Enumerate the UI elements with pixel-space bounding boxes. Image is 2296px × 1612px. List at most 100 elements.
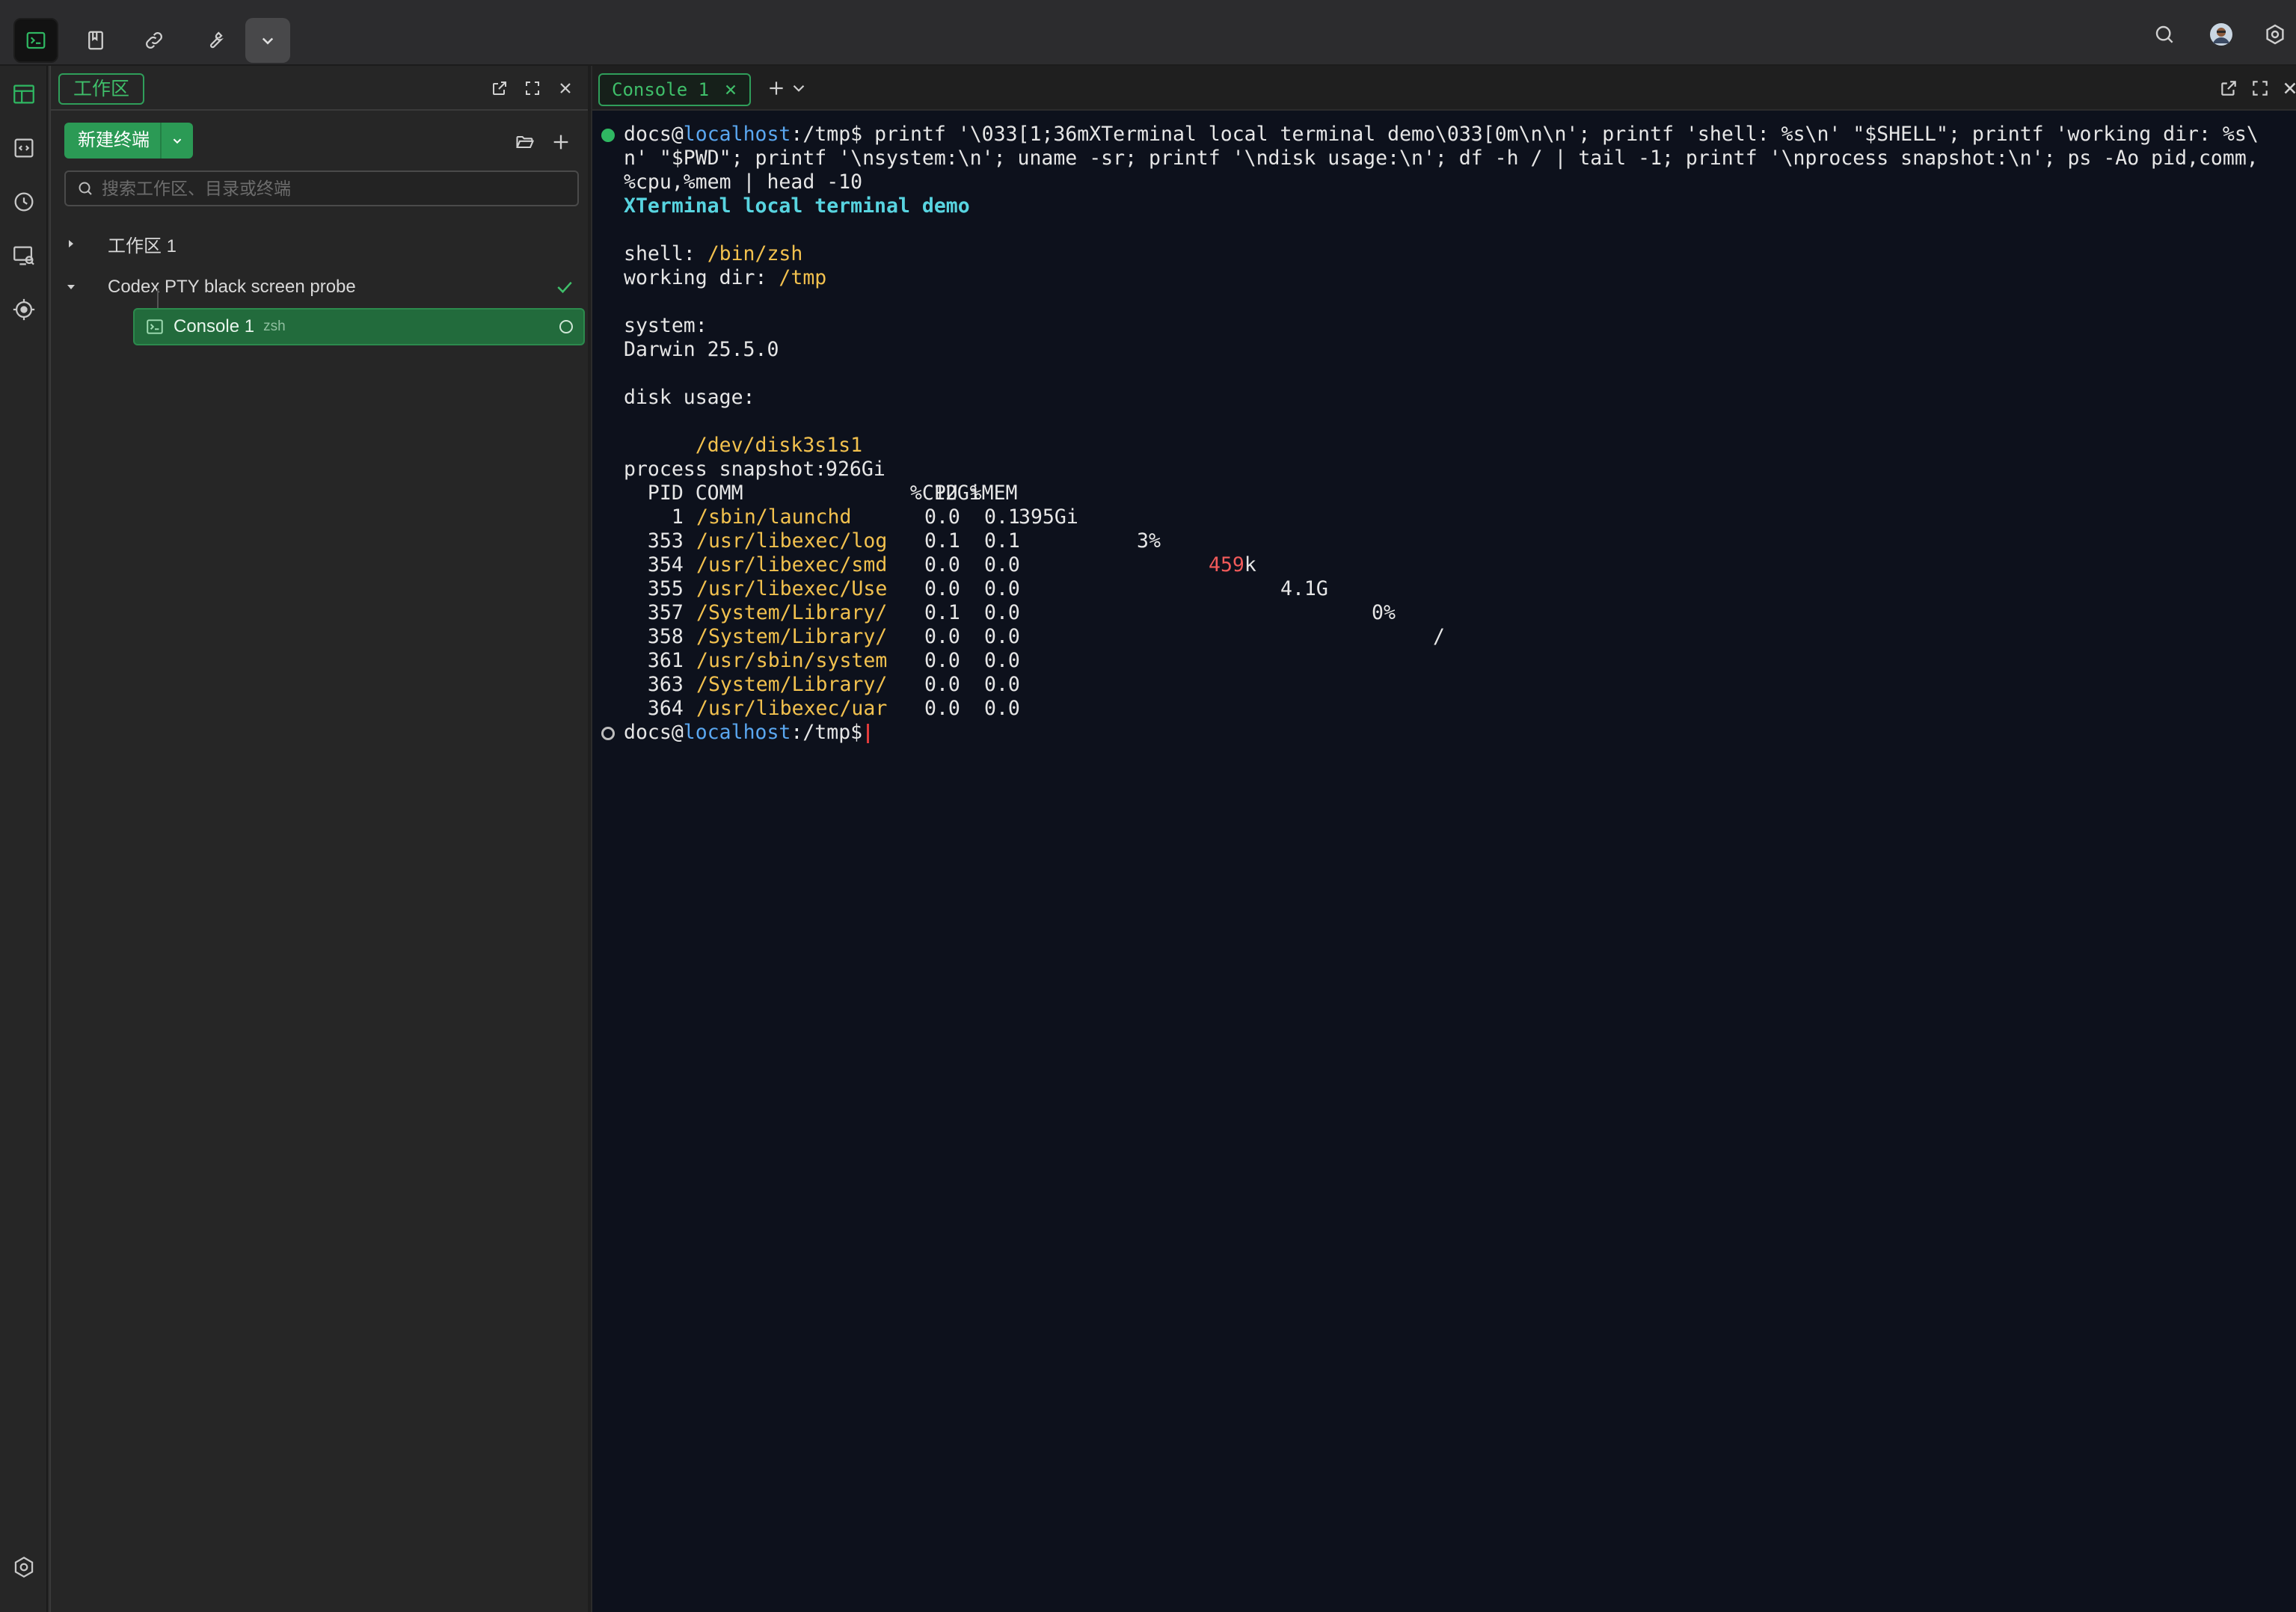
link-icon (146, 32, 162, 49)
terminal-pane: Console 1 docs@localhost:/tmp$ printf '\… (592, 66, 2296, 1612)
workspace-tab[interactable]: 工作区 (58, 73, 145, 105)
new-tab-button[interactable] (764, 76, 788, 100)
process-command: /sbin/launchd (696, 505, 852, 529)
plus-icon (770, 81, 783, 95)
disk-device: /dev/disk3s1s1 (695, 434, 863, 457)
process-pid: 353 (624, 529, 684, 553)
process-pid: 361 (624, 649, 684, 672)
process-mem: 0.0 (984, 553, 1020, 576)
process-cpu: 0.0 (924, 697, 960, 720)
chevron-down-icon (173, 138, 182, 144)
disk-capacity: 3% (1137, 529, 1161, 553)
search-input[interactable] (102, 178, 565, 199)
tools-button[interactable] (191, 18, 236, 63)
monitor-button[interactable] (7, 239, 40, 272)
bookmark-icon (88, 31, 103, 50)
check-icon (557, 281, 572, 294)
snippets-button[interactable] (7, 132, 40, 164)
more-tools-dropdown[interactable] (245, 18, 290, 63)
disk-ifree: 4.1G (1280, 577, 1328, 600)
tree-item-label: Codex PTY black screen probe (108, 277, 356, 297)
process-mem: 0.1 (984, 505, 1020, 529)
process-row: 354/usr/libexec/smd 0.0 0.0 (624, 553, 1020, 577)
workdir-label: working dir: (624, 266, 779, 289)
terminal-icon (147, 319, 163, 334)
sidebar-settings-button[interactable] (7, 1551, 40, 1584)
command-line-wrap: n' "$PWD"; printf '\nsystem:\n'; uname -… (624, 147, 2259, 170)
process-header: PID COMM %CPU %MEM (624, 482, 1018, 505)
activity-bar (0, 66, 48, 1612)
shell-line: shell: /bin/zsh (624, 242, 802, 266)
tree-item-probe[interactable]: Codex PTY black screen probe (51, 268, 589, 307)
disk-avail: 395Gi (1019, 505, 1078, 529)
process-pid: 355 (624, 577, 684, 600)
workspace-search (64, 170, 579, 206)
search-icon (79, 182, 92, 195)
process-pid: 358 (624, 625, 684, 648)
popout-button[interactable] (488, 76, 512, 100)
prompt-line: docs@localhost:/tmp$ (624, 721, 870, 745)
tree-item-workspace-1[interactable]: 工作区 1 (51, 224, 589, 263)
process-row: 364/usr/libexec/uar 0.0 0.0 (624, 697, 1020, 721)
plus-icon (553, 135, 568, 150)
tab-options-dropdown[interactable] (787, 76, 811, 100)
new-terminal-button[interactable]: 新建终端 (64, 123, 160, 159)
maximize-button[interactable] (521, 76, 544, 100)
wrench-icon (210, 31, 224, 49)
popout-terminal-button[interactable] (2217, 76, 2241, 100)
search-icon (2155, 25, 2173, 43)
close-terminal-button[interactable] (2278, 76, 2296, 100)
maximize-icon (526, 81, 539, 95)
terminal-output[interactable]: docs@localhost:/tmp$ printf '\033[1;36mX… (592, 114, 2296, 1612)
history-button[interactable] (7, 185, 40, 218)
process-cpu: 0.1 (924, 529, 960, 553)
user-avatar-button[interactable] (2202, 15, 2241, 54)
external-link-icon (493, 81, 506, 95)
process-command: /usr/libexec/log (696, 529, 888, 553)
prompt-idle-icon (601, 727, 615, 740)
history-icon (14, 192, 34, 212)
terminal-icon (26, 31, 46, 49)
close-icon[interactable] (722, 81, 739, 98)
link-tool-button[interactable] (132, 18, 177, 63)
process-row: 355/usr/libexec/Use 0.0 0.0 (624, 577, 1020, 601)
process-cpu: 0.0 (924, 577, 960, 600)
process-command: /usr/libexec/smd (696, 553, 888, 576)
settings-icon (2266, 24, 2284, 45)
command-line-wrap: %cpu,%mem | head -10 (624, 170, 863, 194)
open-folder-button[interactable] (512, 129, 538, 156)
tab-console-1[interactable]: Console 1 (598, 73, 752, 106)
terminal-tool-button[interactable] (13, 18, 58, 63)
add-workspace-button[interactable] (547, 129, 574, 156)
banner-text: XTerminal local terminal demo (624, 194, 970, 218)
maximize-terminal-button[interactable] (2248, 76, 2272, 100)
workdir-line: working dir: /tmp (624, 266, 826, 290)
sidebar-header: 工作区 (51, 66, 588, 111)
maximize-icon (2253, 81, 2268, 96)
process-mem: 0.0 (984, 577, 1020, 600)
workspace-view-button[interactable] (7, 78, 40, 111)
process-mem: 0.0 (984, 697, 1020, 720)
process-row: 363/System/Library/0.0 0.0 (624, 673, 1020, 697)
tree-item-console-1[interactable]: Console 1 zsh (133, 308, 585, 345)
close-sidebar-button[interactable] (553, 76, 577, 100)
code-icon (14, 138, 34, 158)
avatar (2210, 23, 2232, 46)
process-row: 361/usr/sbin/system 0.0 0.0 (624, 649, 1020, 673)
process-pid: 1 (624, 505, 684, 529)
disk-size: 926Gi (826, 458, 885, 481)
disk-label: disk usage: (624, 386, 755, 409)
external-link-icon (2221, 81, 2236, 96)
prompt-cwd: :/tmp$ (791, 721, 863, 744)
caret-down-icon (67, 285, 75, 289)
app-settings-button[interactable] (2256, 15, 2295, 54)
process-pid: 364 (624, 697, 684, 720)
bookmark-tool-button[interactable] (73, 18, 118, 63)
global-search-button[interactable] (2145, 15, 2184, 54)
system-value: Darwin 25.5.0 (624, 338, 779, 361)
new-terminal-dropdown[interactable] (160, 123, 193, 159)
target-button[interactable] (7, 293, 40, 326)
console-shell: zsh (263, 319, 286, 334)
system-label: system: (624, 314, 707, 337)
process-command: /usr/sbin/system (696, 649, 888, 672)
